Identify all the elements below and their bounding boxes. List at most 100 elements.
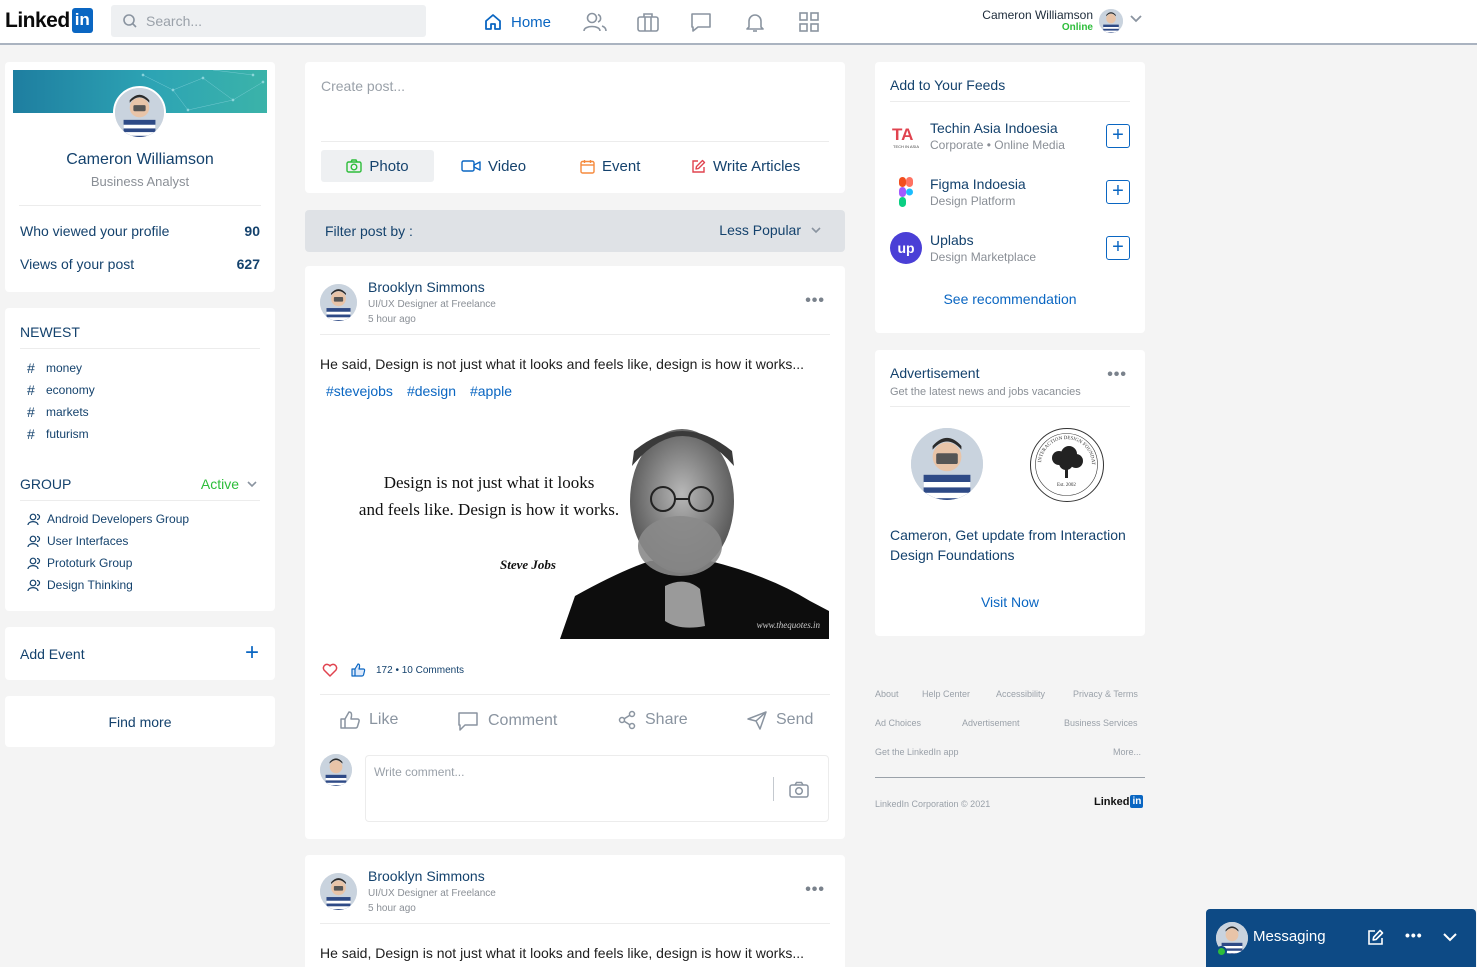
footer-link[interactable]: Ad Choices [875,718,921,728]
messaging-bar[interactable]: Messaging ••• [1206,909,1476,967]
hashtag-icon: # [27,382,35,398]
nav-messages[interactable] [689,10,713,34]
more-icon[interactable]: ••• [805,292,825,310]
footer-link[interactable]: About [875,689,899,699]
tag-item[interactable]: # economy [27,382,95,398]
chevron-down-icon[interactable] [1442,931,1458,943]
idf-logo: INTERACTION DESIGN FOUNDATION Est. 2002 [1029,426,1104,502]
reaction-summary[interactable]: 172 • 10 Comments [322,663,464,677]
author-avatar[interactable] [320,873,357,910]
find-more-card[interactable]: Find more [5,696,275,747]
footer-link[interactable]: Help Center [922,689,970,699]
group-filter-dropdown[interactable]: Active [201,476,259,492]
visit-now-button[interactable]: Visit Now [875,594,1145,610]
people-icon [583,12,607,32]
logo-text: Linked [1094,795,1130,808]
feed-name[interactable]: Techin Asia Indoesia [930,120,1058,136]
stat-post-views[interactable]: Views of your post 627 [20,256,260,272]
search-input[interactable] [146,13,406,29]
follow-button[interactable]: + [1106,236,1130,260]
like-button[interactable]: Like [339,710,398,730]
filter-label: Filter post by : [325,223,413,239]
group-item[interactable]: Android Developers Group [27,512,189,526]
share-button[interactable]: Share [617,710,688,730]
feed-name[interactable]: Uplabs [930,232,974,248]
follow-button[interactable]: + [1106,124,1130,148]
avatar[interactable] [320,754,352,786]
group-item[interactable]: User Interfaces [27,534,128,548]
send-button[interactable]: Send [746,710,813,730]
nav-notifications[interactable] [744,10,766,34]
group-filter-label: Active [200,476,239,492]
divider [320,923,830,924]
nav-home[interactable]: Home [483,10,551,34]
see-recommendation-link[interactable]: See recommendation [875,291,1145,307]
feed-name[interactable]: Figma Indoesia [930,176,1026,192]
camera-icon[interactable] [789,781,809,798]
author-name[interactable]: Brooklyn Simmons [368,868,485,884]
comment-input[interactable]: Write comment... [365,755,829,822]
hashtag-link[interactable]: #apple [470,383,512,399]
footer-linkedin-logo[interactable]: Linked in [1094,795,1144,808]
tag-label: futurism [46,427,89,441]
more-icon[interactable]: ••• [1405,927,1423,943]
hashtag-link[interactable]: #design [407,383,456,399]
write-article-button[interactable]: Write Articles [679,150,812,182]
group-item[interactable]: Design Thinking [27,578,133,592]
idf-est-text: Est. 2002 [1057,483,1076,488]
photo-button[interactable]: Photo [321,150,434,182]
filter-dropdown[interactable]: Less Popular [719,222,823,238]
nav-jobs[interactable] [636,10,660,34]
feed-subtitle: Design Platform [930,194,1016,208]
stat-value: 627 [236,256,260,272]
nav-network[interactable] [582,10,608,34]
compose-icon[interactable] [1367,929,1384,946]
linkedin-logo[interactable]: Linked in [5,8,93,33]
logo-text: Linked [5,8,70,32]
footer-link[interactable]: Accessibility [996,689,1045,699]
stat-label: Views of your post [20,256,135,272]
divider [890,101,1130,102]
profile-avatar[interactable] [113,86,166,139]
chevron-down-icon [247,481,257,488]
footer-link[interactable]: Privacy & Terms [1073,689,1138,699]
group-item[interactable]: Prototurk Group [27,556,132,570]
profile-name[interactable]: Cameron Williamson [5,151,275,169]
footer-link[interactable]: Get the LinkedIn app [875,747,959,757]
footer-link[interactable]: Business Services [1064,718,1138,728]
chevron-down-icon[interactable] [1129,14,1143,24]
comment-icon [458,712,478,731]
plus-icon[interactable]: + [245,639,259,667]
author-name[interactable]: Brooklyn Simmons [368,279,485,295]
footer-link[interactable]: Advertisement [962,718,1020,728]
footer-link[interactable]: More... [1113,747,1141,757]
group-icon [27,535,41,547]
event-button[interactable]: Event [568,150,652,182]
author-role: UI/UX Designer at Freelance [368,888,496,899]
more-icon[interactable]: ••• [805,881,825,899]
search-box [111,5,426,37]
tag-item[interactable]: # futurism [27,426,89,442]
create-post-input[interactable]: Create post... [321,78,405,94]
follow-button[interactable]: + [1106,180,1130,204]
hashtag-icon: # [27,426,35,442]
comment-button[interactable]: Comment [456,710,557,732]
post-image[interactable]: Design is not just what it looks and fee… [320,411,829,639]
quote-source: www.thequotes.in [756,620,820,630]
divider [321,141,829,142]
hashtag-link[interactable]: #stevejobs [326,383,393,399]
share-icon [618,710,636,730]
group-title: GROUP [20,476,72,492]
nav-apps[interactable] [798,10,820,34]
author-avatar[interactable] [320,284,357,321]
me-menu[interactable]: Cameron Williamson Online [980,8,1093,33]
techinasia-logo-caption: TECH IN ASIA [893,144,919,149]
stat-profile-views[interactable]: Who viewed your profile 90 [20,223,260,239]
tag-item[interactable]: # money [27,360,82,376]
video-button[interactable]: Video [449,150,538,182]
add-event-card[interactable]: Add Event + [5,627,275,680]
more-icon[interactable]: ••• [1107,366,1127,384]
tag-item[interactable]: # markets [27,404,89,420]
avatar[interactable] [1099,9,1123,33]
find-more-link[interactable]: Find more [5,714,275,730]
